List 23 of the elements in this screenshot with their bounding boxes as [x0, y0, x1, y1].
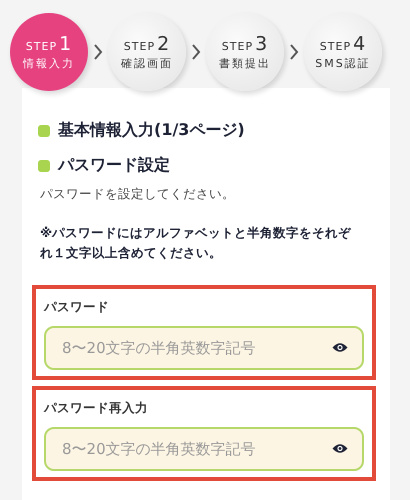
eye-icon[interactable] [332, 342, 348, 353]
password-field[interactable]: 8〜20文字の半角英数字記号 [44, 427, 364, 471]
field-label: パスワード再入力 [44, 400, 149, 417]
step-name: 書類提出 [219, 56, 271, 71]
eye-icon[interactable] [332, 443, 348, 454]
section-heading: パスワード設定 [58, 155, 170, 176]
chevron-right-icon [289, 43, 299, 61]
step-number: STEP 1 [26, 33, 72, 55]
note-text: ※パスワードにはアルファベットと半角数字をそれぞれ１文字以上含めてください。 [40, 224, 352, 262]
chevron-right-icon [93, 43, 103, 61]
step-number: STEP 3 [222, 33, 268, 55]
bullet-icon [38, 124, 50, 136]
password-field[interactable]: 8〜20文字の半角英数字記号 [44, 326, 364, 370]
bullet-icon [38, 160, 50, 172]
field-label: パスワード [44, 299, 110, 316]
step-name: 確認画面 [121, 56, 173, 71]
section-heading: 基本情報入力(1/3ページ) [58, 120, 245, 141]
step-number: STEP 4 [320, 33, 366, 55]
step-name: SMS認証 [315, 56, 371, 71]
chevron-right-icon [191, 43, 201, 61]
description-text: パスワードを設定してください。 [40, 186, 236, 203]
step-number: STEP 2 [124, 33, 170, 55]
step-name: 情報入力 [23, 56, 75, 71]
